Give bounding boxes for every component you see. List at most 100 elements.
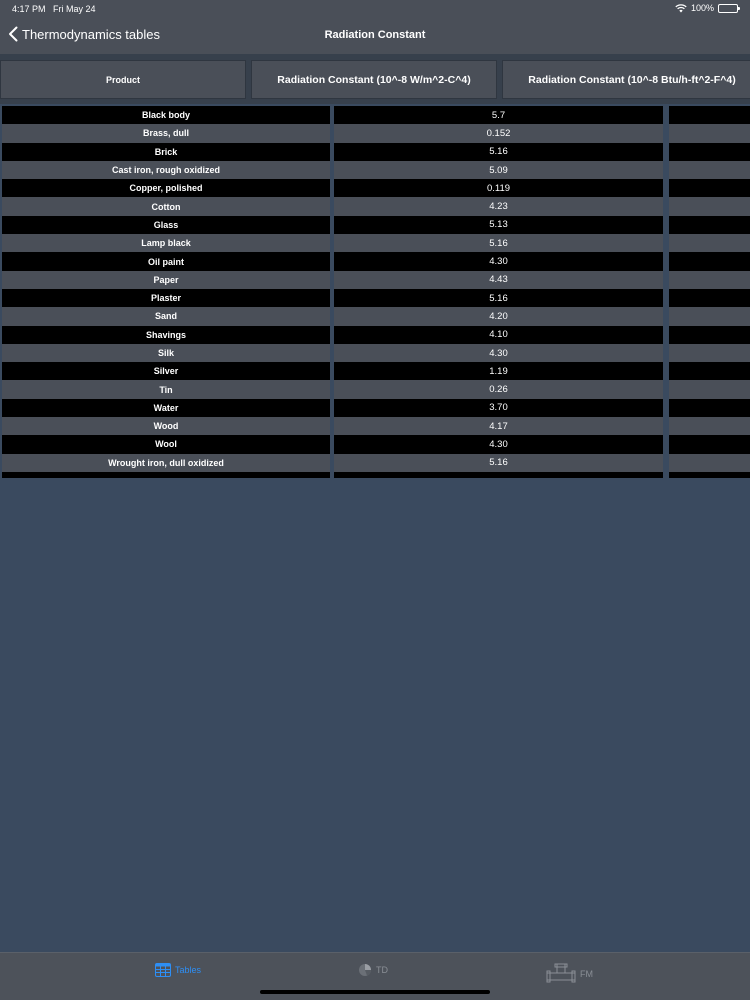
cell-imperial-value (669, 106, 750, 125)
cell-imperial-value (669, 197, 750, 216)
cell-imperial-value (669, 215, 750, 235)
table-row[interactable]: Black body 5.7 (0, 106, 750, 125)
cell-product: Wool (2, 435, 330, 454)
cell-product: Shavings (2, 325, 330, 344)
cell-product: Glass (2, 215, 330, 235)
cell-product: Paper (2, 270, 330, 289)
cell-imperial-value (669, 380, 750, 399)
cell-product: Silver (2, 362, 330, 381)
table-row[interactable]: Silver 1.19 (0, 362, 750, 381)
cell-imperial-value (669, 307, 750, 326)
cell-imperial-value (669, 124, 750, 143)
status-time: 4:17 PM (12, 4, 46, 14)
table-row[interactable]: Brass, dull 0.152 (0, 124, 750, 143)
cell-imperial-value (669, 362, 750, 381)
column-header-si[interactable]: Radiation Constant (10^-8 W/m^2-C^4) (251, 60, 497, 99)
cell-si-value: 4.30 (334, 343, 663, 363)
pipe-fitting-icon (546, 963, 576, 983)
cell-product: Wood (2, 417, 330, 436)
tab-fm[interactable]: FM (546, 963, 593, 985)
cell-imperial-value (669, 343, 750, 363)
table-footer-cell (334, 471, 663, 478)
cell-product: Brass, dull (2, 124, 330, 143)
cell-si-value: 5.16 (334, 142, 663, 161)
cell-imperial-value (669, 179, 750, 198)
cell-si-value: 5.7 (334, 106, 663, 125)
table-row[interactable]: Wood 4.17 (0, 417, 750, 436)
tab-td-label: TD (376, 965, 388, 975)
cell-imperial-value (669, 252, 750, 271)
column-header-product[interactable]: Product (0, 60, 246, 99)
table-row[interactable]: Sand 4.20 (0, 307, 750, 326)
table-footer (0, 471, 750, 478)
table-row[interactable]: Paper 4.43 (0, 270, 750, 289)
tab-tables[interactable]: Tables (155, 963, 201, 977)
cell-product: Sand (2, 307, 330, 326)
cell-product: Oil paint (2, 252, 330, 271)
cell-si-value: 4.30 (334, 252, 663, 271)
cell-product: Silk (2, 343, 330, 363)
page-title: Radiation Constant (324, 29, 426, 41)
cell-imperial-value (669, 270, 750, 289)
wifi-icon (675, 3, 687, 12)
table-row[interactable]: Tin 0.26 (0, 380, 750, 399)
cell-si-value: 4.43 (334, 270, 663, 289)
table-row[interactable]: Wrought iron, dull oxidized 5.16 (0, 453, 750, 472)
cell-si-value: 5.13 (334, 215, 663, 235)
tab-tables-label: Tables (175, 965, 202, 975)
cell-imperial-value (669, 325, 750, 344)
cell-product: Copper, polished (2, 179, 330, 198)
cell-product: Wrought iron, dull oxidized (2, 453, 330, 472)
navigation-bar: Thermodynamics tables Radiation Constant (0, 18, 750, 54)
cell-imperial-value (669, 234, 750, 253)
table-row[interactable]: Copper, polished 0.119 (0, 179, 750, 198)
table-row[interactable]: Oil paint 4.30 (0, 252, 750, 271)
cell-product: Lamp black (2, 234, 330, 253)
table-header: Product Radiation Constant (10^-8 W/m^2-… (0, 54, 750, 104)
cell-si-value: 4.10 (334, 325, 663, 344)
table-row[interactable]: Cotton 4.23 (0, 197, 750, 216)
cell-product: Plaster (2, 288, 330, 308)
table-row[interactable]: Brick 5.16 (0, 142, 750, 161)
cell-si-value: 0.152 (334, 124, 663, 143)
table-row[interactable]: Water 3.70 (0, 398, 750, 418)
table-row[interactable]: Silk 4.30 (0, 343, 750, 363)
cell-si-value: 0.26 (334, 380, 663, 399)
battery-icon (718, 3, 740, 13)
column-header-imperial[interactable]: Radiation Constant (10^-8 Btu/h-ft^2-F^4… (502, 60, 750, 99)
cell-product: Tin (2, 380, 330, 399)
battery-percent: 100% (690, 3, 714, 13)
table-footer-cell (2, 471, 330, 478)
status-date: Fri May 24 (53, 4, 96, 14)
table-footer-cell (669, 471, 750, 478)
cell-imperial-value (669, 398, 750, 418)
status-indicators: 100% (675, 3, 740, 13)
table-row[interactable]: Wool 4.30 (0, 435, 750, 454)
tab-fm-label: FM (580, 969, 593, 979)
table-row[interactable]: Cast iron, rough oxidized 5.09 (0, 160, 750, 180)
table-row[interactable]: Shavings 4.10 (0, 325, 750, 344)
table-icon (155, 963, 171, 977)
status-bar: 4:17 PM Fri May 24 100% (0, 0, 750, 18)
home-indicator (260, 990, 490, 994)
cell-imperial-value (669, 160, 750, 180)
pie-chart-icon (359, 964, 371, 976)
cell-si-value: 5.16 (334, 453, 663, 472)
cell-product: Cast iron, rough oxidized (2, 160, 330, 180)
data-table[interactable]: Black body 5.7 Brass, dull 0.152 Brick 5.16 Ca… (0, 106, 750, 478)
cell-si-value: 1.19 (334, 362, 663, 381)
cell-si-value: 3.70 (334, 398, 663, 418)
cell-imperial-value (669, 142, 750, 161)
cell-si-value: 4.17 (334, 417, 663, 436)
table-row[interactable]: Plaster 5.16 (0, 288, 750, 308)
cell-si-value: 5.16 (334, 288, 663, 308)
table-row[interactable]: Lamp black 5.16 (0, 234, 750, 253)
cell-si-value: 4.23 (334, 197, 663, 216)
cell-si-value: 5.16 (334, 234, 663, 253)
cell-imperial-value (669, 435, 750, 454)
tab-td[interactable]: TD (358, 963, 388, 977)
table-row[interactable]: Glass 5.13 (0, 215, 750, 235)
cell-product: Black body (2, 106, 330, 125)
cell-imperial-value (669, 417, 750, 436)
cell-si-value: 4.20 (334, 307, 663, 326)
